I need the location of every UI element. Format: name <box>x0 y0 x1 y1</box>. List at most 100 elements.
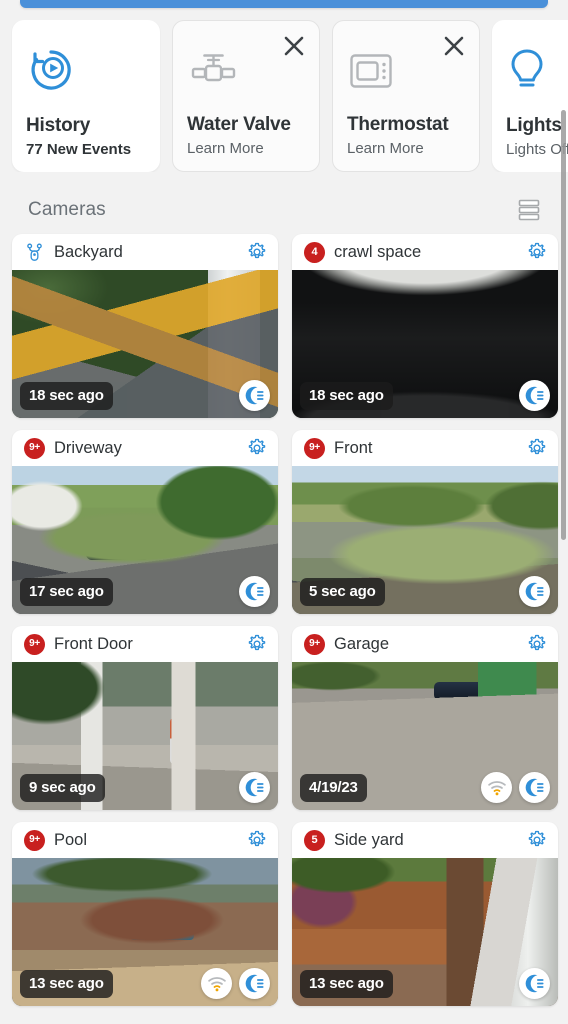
camera-thumbnail[interactable]: 13 sec ago <box>292 858 558 1006</box>
night-vision-icon[interactable] <box>239 380 270 411</box>
gear-icon <box>246 241 268 263</box>
snapshot-timestamp: 18 sec ago <box>20 382 113 410</box>
gear-icon <box>246 829 268 851</box>
night-vision-icon[interactable] <box>239 576 270 607</box>
camera-status-icons <box>201 968 270 999</box>
device-tile-title: Water Valve <box>187 114 291 135</box>
device-tile-icon-wrap <box>506 36 568 104</box>
page-title: Cameras <box>28 199 106 220</box>
camera-thumbnail[interactable]: 4/19/23 <box>292 662 558 810</box>
camera-thumbnail[interactable]: 9 sec ago <box>12 662 278 810</box>
camera-name: Backyard <box>54 242 123 261</box>
device-tile-water-valve[interactable]: Water Valve Learn More <box>172 20 320 172</box>
camera-card[interactable]: 9+ Pool 13 sec ago <box>12 822 278 1006</box>
camera-card[interactable]: 9+ Garage 4/19/23 <box>292 626 558 810</box>
device-tile-title: Thermostat <box>347 114 449 135</box>
device-tile-subtitle[interactable]: Learn More <box>187 140 305 157</box>
camera-thumbnail[interactable]: 18 sec ago <box>292 270 558 418</box>
night-vision-icon <box>244 777 265 798</box>
snapshot-timestamp: 13 sec ago <box>20 970 113 998</box>
thermostat-icon <box>347 51 395 91</box>
list-view-icon[interactable] <box>512 195 546 225</box>
camera-name: Pool <box>54 830 88 849</box>
gear-icon <box>526 241 548 263</box>
wifi-icon[interactable] <box>201 968 232 999</box>
gear-icon[interactable] <box>526 241 548 263</box>
device-tile-lights[interactable]: Lights Lights Off <box>492 20 568 172</box>
gear-icon[interactable] <box>526 829 548 851</box>
gear-icon <box>526 437 548 459</box>
device-tile-subtitle[interactable]: Learn More <box>347 140 465 157</box>
camera-status-icons <box>519 380 550 411</box>
event-count-badge: 9+ <box>304 633 325 655</box>
top-blue-bar <box>20 0 548 8</box>
camera-card-header: 5 Side yard <box>292 822 558 858</box>
event-count-badge: 9+ <box>24 829 45 851</box>
close-icon[interactable] <box>439 31 469 61</box>
camera-thumbnail[interactable]: 13 sec ago <box>12 858 278 1006</box>
camera-card[interactable]: 9+ Front Door 9 sec ago <box>12 626 278 810</box>
wifi-icon[interactable] <box>481 772 512 803</box>
gear-icon[interactable] <box>246 829 268 851</box>
snapshot-timestamp: 9 sec ago <box>20 774 105 802</box>
night-vision-icon[interactable] <box>519 772 550 803</box>
lightbulb-icon <box>506 46 548 94</box>
gear-icon[interactable] <box>246 633 268 655</box>
snapshot-timestamp: 13 sec ago <box>300 970 393 998</box>
close-icon[interactable] <box>279 31 309 61</box>
device-tile-subtitle[interactable]: Lights Off <box>506 141 568 158</box>
night-vision-icon[interactable] <box>239 968 270 999</box>
camera-status-icons <box>239 772 270 803</box>
night-vision-icon[interactable] <box>519 380 550 411</box>
camera-thumbnail[interactable]: 5 sec ago <box>292 466 558 614</box>
night-vision-icon <box>524 777 545 798</box>
night-vision-icon[interactable] <box>519 968 550 999</box>
snapshot-timestamp: 4/19/23 <box>300 774 367 802</box>
night-vision-icon <box>524 581 545 602</box>
device-tile-thermostat[interactable]: Thermostat Learn More <box>332 20 480 172</box>
gear-icon <box>526 633 548 655</box>
gear-icon[interactable] <box>246 241 268 263</box>
camera-card[interactable]: 5 Side yard 13 sec ago <box>292 822 558 1006</box>
camera-card[interactable]: 9+ Front 5 sec ago <box>292 430 558 614</box>
device-tile-icon-wrap <box>26 36 146 104</box>
camera-card-header: 9+ Driveway <box>12 430 278 466</box>
camera-name: Garage <box>334 634 390 653</box>
camera-name: Side yard <box>334 830 404 849</box>
camera-card[interactable]: 4 crawl space 18 sec ago <box>292 234 558 418</box>
night-vision-icon <box>524 385 545 406</box>
floodlight-camera-icon <box>24 242 45 263</box>
camera-status-icons <box>239 576 270 607</box>
camera-card-header: 9+ Pool <box>12 822 278 858</box>
camera-card-header: 4 crawl space <box>292 234 558 270</box>
wifi-icon <box>207 975 227 993</box>
night-vision-icon <box>244 973 265 994</box>
night-vision-icon <box>524 973 545 994</box>
camera-card[interactable]: 9+ Driveway 17 sec ago <box>12 430 278 614</box>
camera-card-header: Backyard <box>12 234 278 270</box>
water-valve-icon <box>187 49 239 93</box>
close-icon <box>442 34 466 58</box>
event-count-badge: 5 <box>304 829 325 851</box>
cameras-section-header: Cameras <box>0 186 568 234</box>
event-count-badge: 4 <box>304 241 325 263</box>
night-vision-icon <box>244 385 265 406</box>
camera-card[interactable]: Backyard 18 sec ago <box>12 234 278 418</box>
camera-grid: Backyard 18 sec ago 4 crawl space 18 sec … <box>0 234 568 1006</box>
gear-icon[interactable] <box>246 437 268 459</box>
snapshot-timestamp: 18 sec ago <box>300 382 393 410</box>
night-vision-icon[interactable] <box>239 772 270 803</box>
device-tile-strip[interactable]: History 77 New Events Water Valve Learn Mo… <box>0 20 568 172</box>
gear-icon <box>246 437 268 459</box>
camera-name: crawl space <box>334 242 422 261</box>
device-tile-history[interactable]: History 77 New Events <box>12 20 160 172</box>
camera-thumbnail[interactable]: 17 sec ago <box>12 466 278 614</box>
night-vision-icon[interactable] <box>519 576 550 607</box>
camera-card-header: 9+ Front <box>292 430 558 466</box>
gear-icon[interactable] <box>526 633 548 655</box>
close-icon <box>282 34 306 58</box>
vertical-scrollbar[interactable] <box>561 110 566 540</box>
gear-icon[interactable] <box>526 437 548 459</box>
camera-thumbnail[interactable]: 18 sec ago <box>12 270 278 418</box>
